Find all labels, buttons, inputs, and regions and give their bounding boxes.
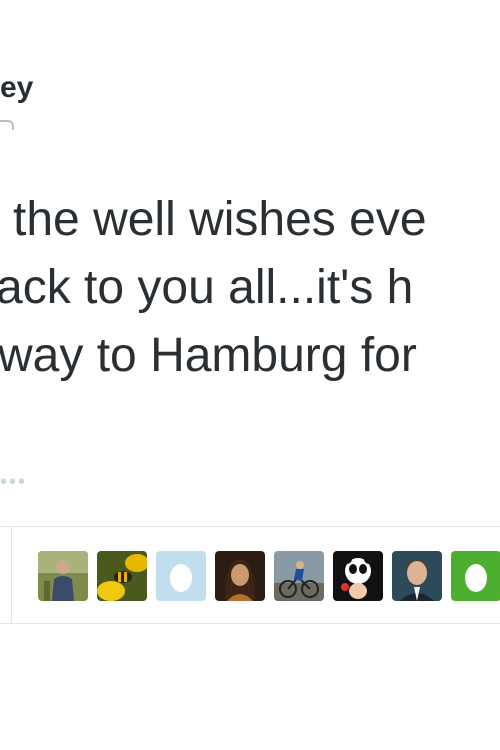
default-egg-avatar[interactable] <box>156 551 206 601</box>
bee-flower-avatar[interactable] <box>97 551 147 601</box>
divider <box>0 623 500 624</box>
tweet-text-line: ack to you all...it's h <box>0 261 414 314</box>
woman-avatar[interactable] <box>215 551 265 601</box>
verified-badge-fragment-icon <box>0 120 14 130</box>
divider <box>11 527 12 623</box>
man-avatar[interactable] <box>392 551 442 601</box>
divider <box>0 526 500 527</box>
author-name[interactable]: ey <box>0 71 33 105</box>
tweet-text-line: the well wishes eve <box>13 193 427 246</box>
cyclist-avatar[interactable] <box>274 551 324 601</box>
panda-avatar[interactable] <box>333 551 383 601</box>
tweet-text-line: way to Hamburg for <box>0 329 417 382</box>
person-avatar[interactable] <box>38 551 88 601</box>
more-options-icon[interactable]: ••• <box>0 471 27 501</box>
default-egg-avatar[interactable] <box>451 551 500 601</box>
